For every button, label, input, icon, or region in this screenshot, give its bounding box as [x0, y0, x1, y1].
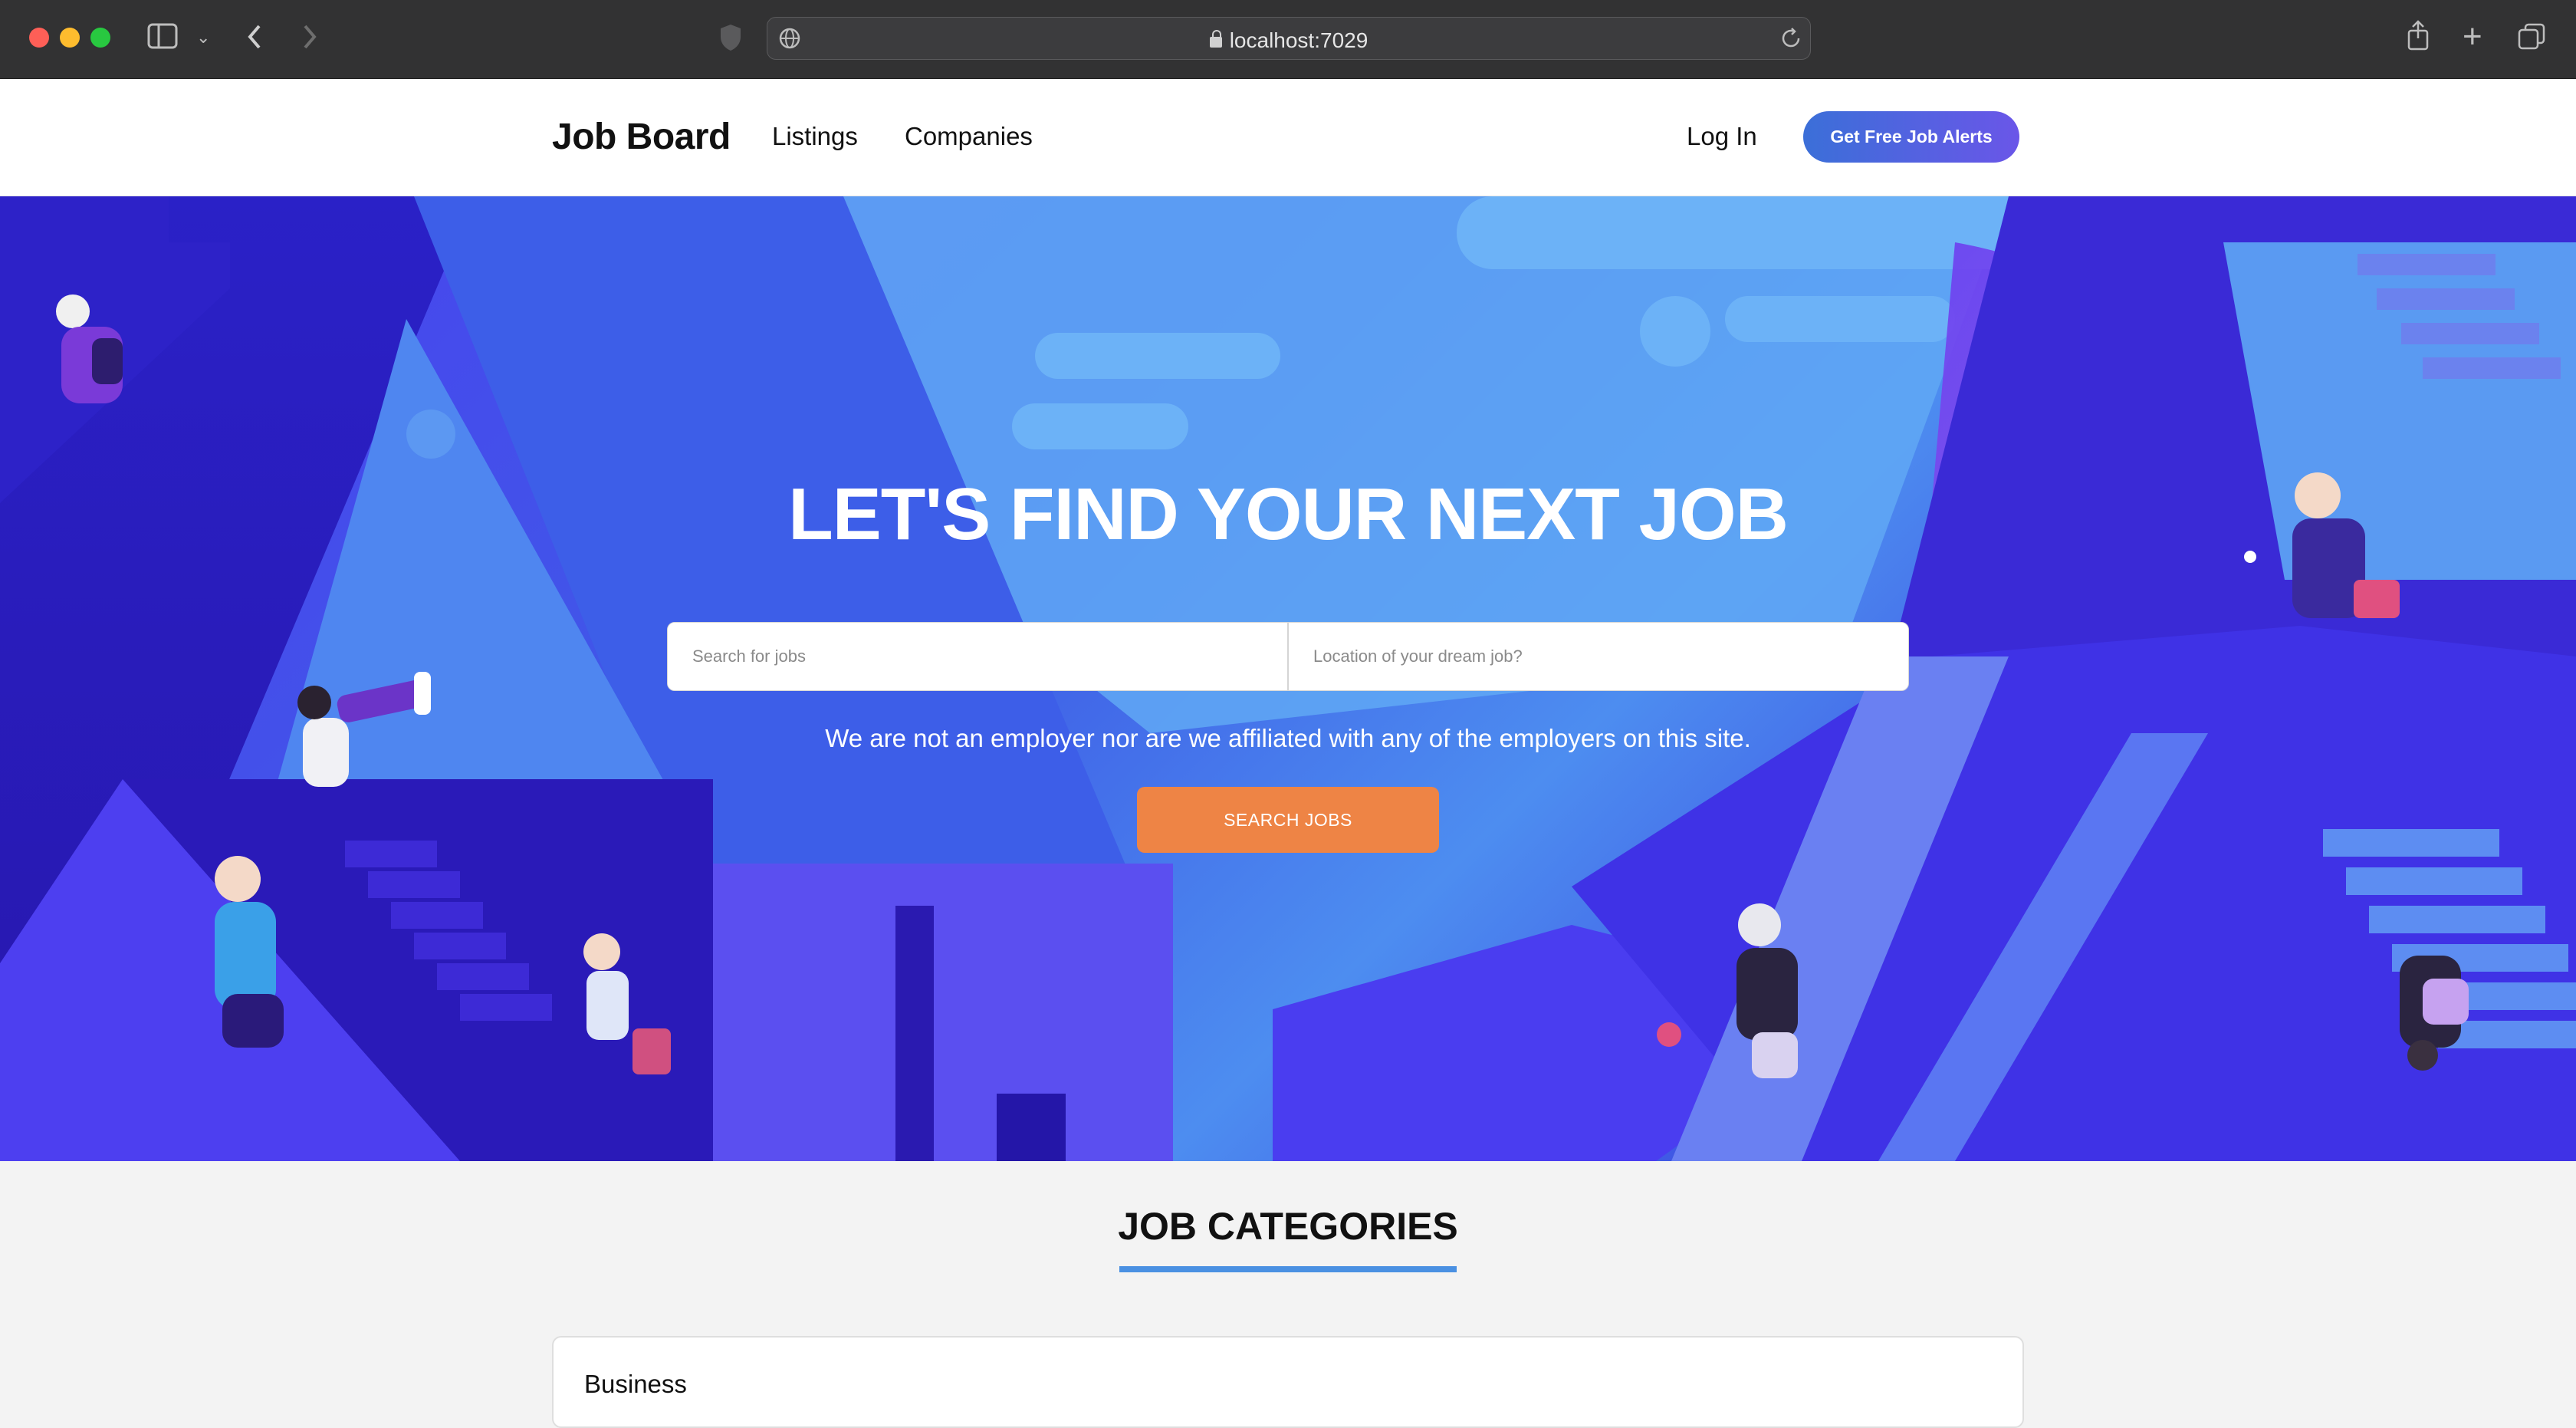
disclaimer-text: We are not an employer nor are we affili… — [825, 724, 1751, 752]
location-input[interactable] — [1289, 623, 1908, 690]
address-bar[interactable]: localhost:7029 — [767, 17, 1811, 60]
search-jobs-button[interactable]: SEARCH JOBS — [1137, 787, 1439, 853]
lock-icon — [1209, 30, 1222, 48]
category-card-business[interactable]: Business — [552, 1336, 2024, 1428]
chevron-down-icon[interactable]: ⌄ — [196, 29, 210, 46]
window-maximize-button[interactable] — [90, 28, 110, 48]
hero-section: LET'S FIND YOUR NEXT JOB We are not an e… — [0, 196, 2576, 1161]
job-search-input[interactable] — [668, 623, 1287, 690]
back-arrow-icon[interactable] — [245, 21, 264, 57]
categories-underline — [1119, 1266, 1457, 1272]
hero-title: LET'S FIND YOUR NEXT JOB — [788, 473, 1789, 555]
categories-heading: JOB CATEGORIES — [1118, 1205, 1458, 1248]
url-text: localhost:7029 — [767, 28, 1810, 53]
forward-arrow-icon[interactable] — [301, 21, 319, 57]
nav-listings[interactable]: Listings — [772, 122, 858, 151]
window-minimize-button[interactable] — [60, 28, 80, 48]
category-label: Business — [584, 1370, 687, 1398]
reload-icon[interactable] — [1779, 27, 1802, 54]
share-icon[interactable] — [2406, 20, 2430, 55]
tab-overview-icon[interactable] — [2518, 23, 2545, 55]
login-link[interactable]: Log In — [1687, 122, 1757, 151]
window-close-button[interactable] — [29, 28, 49, 48]
privacy-shield-icon[interactable] — [719, 23, 742, 57]
search-bar — [667, 622, 1909, 691]
nav-companies[interactable]: Companies — [905, 122, 1033, 151]
sidebar-toggle-icon[interactable] — [147, 23, 178, 54]
new-tab-icon[interactable]: + — [2463, 20, 2482, 54]
browser-toolbar: ⌄ localhost:7029 + — [0, 0, 2576, 79]
brand-logo[interactable]: Job Board — [552, 116, 731, 158]
job-alerts-button[interactable]: Get Free Job Alerts — [1803, 111, 2019, 163]
site-navbar: Job Board Listings Companies Log In Get … — [0, 79, 2576, 196]
url-label: localhost:7029 — [1229, 28, 1368, 52]
